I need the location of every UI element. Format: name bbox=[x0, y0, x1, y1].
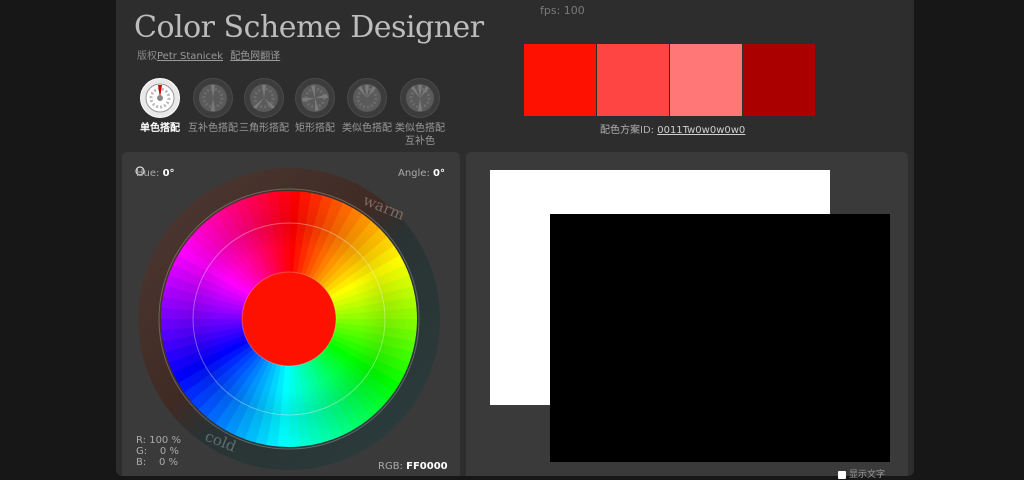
color-wheel-panel: warm cold Hue: 0° Angle: 0° R: 100 % G: … bbox=[122, 152, 460, 476]
analogic-wheel-icon bbox=[347, 78, 387, 118]
angle-readout: Angle: 0° bbox=[398, 168, 445, 179]
color-wheel[interactable]: warm cold bbox=[122, 152, 460, 476]
preview-dark-page bbox=[550, 214, 890, 462]
rgb-percent-readout: R: 100 % G: 0 % B: 0 % bbox=[136, 435, 181, 468]
hue-value: 0° bbox=[162, 168, 175, 179]
rgb-label: RGB: bbox=[378, 461, 403, 472]
scheme-id-line: 配色方案ID: 0011Tw0w0w0w0 bbox=[600, 121, 745, 136]
rgb-hex-readout: RGB: FF0000 bbox=[378, 461, 448, 472]
angle-value: 0° bbox=[433, 168, 445, 179]
base-color-dot[interactable] bbox=[241, 271, 337, 367]
credit-prefix: 版权 bbox=[137, 51, 157, 62]
mode-complement-label: 互补色搭配 bbox=[188, 123, 238, 134]
rgb-value: FF0000 bbox=[406, 461, 448, 472]
app-title: Color Scheme Designer bbox=[134, 10, 484, 45]
hue-readout: Hue: 0° bbox=[136, 168, 175, 179]
author-link[interactable]: Petr Stanicek bbox=[157, 51, 223, 62]
mode-accented-analogic-button[interactable]: 类似色搭配互补色 bbox=[394, 78, 446, 148]
r-value: 100 % bbox=[149, 435, 181, 446]
mono-wheel-icon bbox=[140, 78, 180, 118]
mode-triad-label: 三角形搭配 bbox=[239, 123, 289, 134]
translator-link[interactable]: 配色网翻译 bbox=[230, 51, 280, 62]
mode-mono-label: 单色搭配 bbox=[140, 123, 180, 134]
show-text-checkbox[interactable] bbox=[838, 470, 846, 479]
show-text-label: 显示文字 bbox=[849, 470, 886, 480]
triad-wheel-icon bbox=[244, 78, 284, 118]
scheme-id-label: 配色方案ID: bbox=[600, 125, 655, 136]
g-label: G: bbox=[136, 446, 148, 457]
swatch-2[interactable] bbox=[597, 44, 669, 116]
swatch-3[interactable] bbox=[670, 44, 742, 116]
mode-analogic-label: 类似色搭配 bbox=[342, 123, 392, 134]
complement-wheel-icon bbox=[193, 78, 233, 118]
mode-tetrad-label: 矩形搭配 bbox=[295, 123, 335, 134]
mode-accented-analogic-label: 类似色搭配互补色 bbox=[395, 123, 445, 147]
fps-counter: fps: 100 bbox=[540, 4, 585, 17]
mode-complement-button[interactable]: 互补色搭配 bbox=[187, 78, 239, 135]
swatch-1[interactable] bbox=[524, 44, 596, 116]
mode-triad-button[interactable]: 三角形搭配 bbox=[238, 78, 290, 135]
mode-analogic-button[interactable]: 类似色搭配 bbox=[341, 78, 393, 135]
mode-tetrad-button[interactable]: 矩形搭配 bbox=[289, 78, 341, 135]
scheme-id-link[interactable]: 0011Tw0w0w0w0 bbox=[657, 125, 745, 136]
credit-line: 版权Petr Stanicek 配色网翻译 bbox=[137, 47, 280, 62]
g-value: 0 % bbox=[159, 446, 179, 457]
show-text-option[interactable]: 显示文字 bbox=[838, 467, 885, 480]
swatch-4[interactable] bbox=[743, 44, 815, 116]
b-label: B: bbox=[136, 457, 147, 468]
angle-label: Angle: bbox=[398, 168, 430, 179]
mode-mono-button[interactable]: 单色搭配 bbox=[134, 78, 186, 135]
hue-label: Hue: bbox=[136, 168, 160, 179]
r-label: R: bbox=[136, 435, 147, 446]
accented-analogic-wheel-icon bbox=[400, 78, 440, 118]
b-value: 0 % bbox=[158, 457, 178, 468]
tetrad-wheel-icon bbox=[295, 78, 335, 118]
